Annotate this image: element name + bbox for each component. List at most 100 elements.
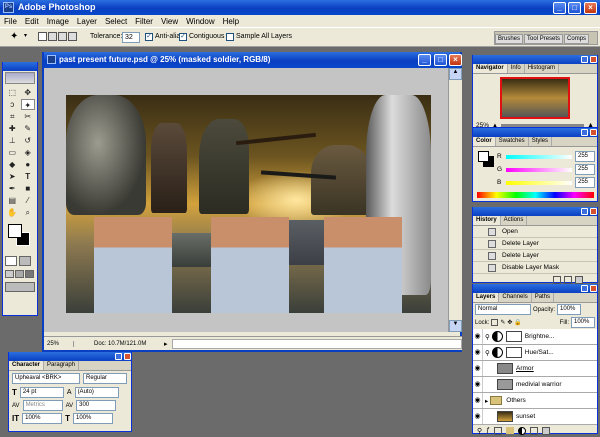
menu-select[interactable]: Select [101, 15, 131, 28]
hand-tool-icon[interactable]: ✋ [5, 207, 20, 218]
document-minimize-button[interactable]: _ [418, 54, 431, 66]
menu-edit[interactable]: Edit [21, 15, 43, 28]
blend-mode-select[interactable]: Normal [475, 304, 531, 315]
menu-layer[interactable]: Layer [73, 15, 101, 28]
layer-row[interactable]: ◉ sunset [473, 409, 597, 425]
fill-input[interactable]: 100% [571, 317, 595, 328]
clone-stamp-tool-icon[interactable]: ⊥ [5, 135, 20, 146]
canvas-image[interactable] [66, 95, 431, 313]
magic-wand-tool-icon[interactable]: ✦ [20, 99, 35, 110]
color-swatches[interactable] [5, 222, 35, 252]
zoom-tool-icon[interactable]: ⌕ [21, 207, 36, 218]
tab-history[interactable]: History [473, 216, 501, 225]
layer-row[interactable]: ◉ medivial warrior [473, 377, 597, 393]
close-button[interactable]: × [584, 2, 597, 14]
dodge-tool-icon[interactable]: ● [21, 159, 36, 170]
screen-mode-full-icon[interactable] [25, 270, 34, 278]
visibility-eye-icon[interactable]: ◉ [473, 409, 483, 424]
minimize-button[interactable]: _ [553, 2, 566, 14]
new-document-from-state-icon[interactable] [553, 276, 561, 284]
tab-histogram[interactable]: Histogram [525, 64, 560, 73]
zoom-slider[interactable] [500, 124, 585, 127]
lock-all-icon[interactable]: 🔒 [514, 319, 521, 326]
tab-swatches[interactable]: Swatches [496, 137, 529, 146]
layer-group-row[interactable]: ◉ ▸ Others [473, 393, 597, 409]
jump-to-imageready-icon[interactable] [5, 282, 35, 292]
paint-bucket-tool-icon[interactable]: ◈ [21, 147, 36, 158]
lock-transparency-icon[interactable] [491, 319, 499, 326]
lock-position-icon[interactable]: ✥ [507, 319, 512, 326]
visibility-eye-icon[interactable]: ◉ [473, 377, 483, 392]
tracking-input[interactable]: 300 [76, 400, 117, 411]
scroll-down-arrow-icon[interactable]: ▼ [449, 320, 462, 332]
menu-window[interactable]: Window [182, 15, 218, 28]
eyedropper-tool-icon[interactable]: ⁄ [21, 195, 36, 206]
horizontal-scrollbar[interactable] [171, 338, 462, 349]
brush-tool-icon[interactable]: ✎ [21, 123, 36, 134]
status-arrow-icon[interactable]: ▸ [164, 340, 168, 348]
horizontal-scale-input[interactable]: 100% [73, 413, 113, 424]
maximize-button[interactable]: □ [568, 2, 581, 14]
eraser-tool-icon[interactable]: ▭ [5, 147, 20, 158]
tool-preset-dropdown-icon[interactable]: ▾ [24, 32, 27, 39]
channel-r-input[interactable]: 255 [575, 151, 595, 162]
visibility-eye-icon[interactable]: ◉ [473, 329, 483, 344]
font-family-select[interactable]: Upheaval <BRK> [12, 373, 80, 384]
type-tool-icon[interactable]: T [21, 171, 36, 182]
well-tab-tool-presets[interactable]: Tool Presets [524, 34, 564, 44]
history-item[interactable]: Delete Layer [473, 238, 597, 250]
well-tab-comps[interactable]: Comps [564, 34, 590, 44]
tab-character[interactable]: Character [9, 361, 45, 370]
vertical-scrollbar[interactable]: ▲ ▼ [448, 68, 462, 332]
new-snapshot-icon[interactable] [564, 276, 572, 284]
trash-icon[interactable] [575, 276, 583, 284]
foreground-color-swatch[interactable] [8, 224, 22, 238]
pen-tool-icon[interactable]: ✒ [5, 183, 20, 194]
blur-tool-icon[interactable]: ◆ [5, 159, 20, 170]
crop-tool-icon[interactable]: ⌗ [5, 111, 20, 122]
tab-layers[interactable]: Layers [473, 293, 500, 302]
standard-mode-icon[interactable] [5, 256, 17, 266]
slice-tool-icon[interactable]: ✂ [21, 111, 36, 122]
marquee-tool-icon[interactable]: ⬚ [5, 87, 20, 98]
tab-paths[interactable]: Paths [532, 293, 555, 302]
history-item[interactable]: Open [473, 226, 597, 238]
font-size-input[interactable]: 24 pt [19, 387, 64, 398]
quick-mask-mode-icon[interactable] [19, 256, 31, 266]
opacity-input[interactable]: 100% [557, 304, 582, 315]
expand-triangle-icon[interactable]: ▸ [485, 397, 488, 405]
status-zoom[interactable]: 25% [44, 340, 74, 347]
sample-all-layers-checkbox[interactable] [226, 33, 234, 41]
tab-actions[interactable]: Actions [501, 216, 528, 225]
history-item[interactable]: Disable Layer Mask [473, 262, 597, 274]
color-fg-swatch[interactable] [478, 151, 489, 162]
path-selection-tool-icon[interactable]: ➤ [5, 171, 20, 182]
menu-view[interactable]: View [157, 15, 182, 28]
channel-r-slider[interactable] [506, 154, 572, 159]
shape-tool-icon[interactable]: ■ [21, 183, 36, 194]
layer-row[interactable]: ◉ Armor [473, 361, 597, 377]
move-tool-icon[interactable]: ✥ [21, 87, 36, 98]
lasso-tool-icon[interactable]: ↄ [5, 99, 20, 110]
notes-tool-icon[interactable]: ▤ [5, 195, 20, 206]
font-style-select[interactable]: Regular [83, 373, 127, 384]
history-brush-tool-icon[interactable]: ↺ [21, 135, 36, 146]
document-close-button[interactable]: × [449, 54, 462, 66]
color-ramp[interactable] [477, 192, 594, 198]
vertical-scale-input[interactable]: 100% [22, 413, 63, 424]
selection-mode-icons[interactable] [38, 32, 77, 41]
visibility-eye-icon[interactable]: ◉ [473, 393, 483, 408]
canvas-area[interactable] [44, 68, 448, 332]
channel-b-slider[interactable] [506, 180, 572, 185]
tab-paragraph[interactable]: Paragraph [44, 361, 80, 370]
menu-help[interactable]: Help [219, 15, 243, 28]
menu-filter[interactable]: Filter [131, 15, 157, 28]
menu-file[interactable]: File [0, 15, 21, 28]
tab-navigator[interactable]: Navigator [473, 64, 508, 73]
navigator-preview[interactable] [500, 77, 570, 119]
anti-alias-checkbox[interactable]: ✓ [145, 33, 153, 41]
visibility-eye-icon[interactable]: ◉ [473, 361, 483, 376]
magic-wand-tool-icon[interactable]: ✦ [10, 31, 18, 42]
new-group-icon[interactable] [506, 427, 515, 434]
layer-row[interactable]: ◉ ⚲ Brightne... [473, 329, 597, 345]
